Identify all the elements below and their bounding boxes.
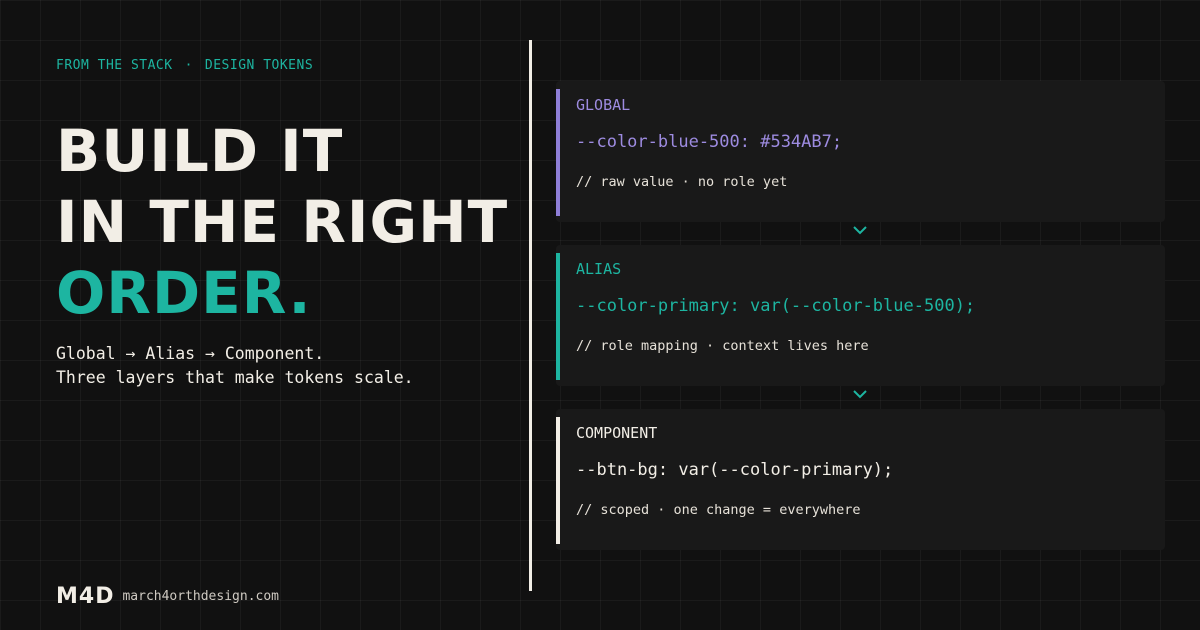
card-code: --color-blue-500: #534AB7; bbox=[576, 132, 843, 152]
subtitle: Global → Alias → Component. Three layers… bbox=[56, 342, 414, 390]
brand-logo: M4D bbox=[56, 584, 115, 609]
headline-line-2: IN THE RIGHT bbox=[56, 188, 509, 256]
vertical-divider bbox=[529, 40, 532, 591]
kicker-topic: DESIGN TOKENS bbox=[204, 58, 314, 73]
headline: BUILD IT IN THE RIGHT ORDER. bbox=[56, 116, 508, 329]
token-card-component: COMPONENT --btn-bg: var(--color-primary)… bbox=[556, 409, 1165, 550]
kicker-source: FROM THE STACK bbox=[56, 58, 173, 73]
card-code: --color-primary: var(--color-blue-500); bbox=[576, 296, 976, 316]
token-card-global: GLOBAL --color-blue-500: #534AB7; // raw… bbox=[556, 81, 1165, 222]
card-code: --btn-bg: var(--color-primary); bbox=[576, 460, 894, 480]
subtitle-line-1: Global → Alias → Component. bbox=[56, 344, 325, 363]
card-label: GLOBAL bbox=[576, 96, 631, 114]
kicker-separator: · bbox=[184, 58, 193, 73]
card-note: // role mapping · context lives here bbox=[576, 338, 869, 354]
card-note: // scoped · one change = everywhere bbox=[576, 502, 861, 518]
footer: M4D march4orthdesign.com bbox=[56, 584, 279, 609]
token-card-alias: ALIAS --color-primary: var(--color-blue-… bbox=[556, 245, 1165, 386]
card-accent-bar bbox=[556, 417, 560, 544]
card-label: ALIAS bbox=[576, 260, 622, 278]
card-accent-bar bbox=[556, 253, 560, 380]
headline-line-3: ORDER. bbox=[56, 259, 312, 327]
headline-line-1: BUILD IT bbox=[56, 117, 344, 185]
subtitle-line-2: Three layers that make tokens scale. bbox=[56, 368, 414, 387]
card-label: COMPONENT bbox=[576, 424, 658, 442]
site-url: march4orthdesign.com bbox=[122, 589, 280, 604]
card-note: // raw value · no role yet bbox=[576, 174, 788, 190]
kicker: FROM THE STACK · DESIGN TOKENS bbox=[56, 58, 313, 73]
chevron-down-icon bbox=[853, 226, 867, 235]
chevron-down-icon bbox=[853, 390, 867, 399]
card-accent-bar bbox=[556, 89, 560, 216]
